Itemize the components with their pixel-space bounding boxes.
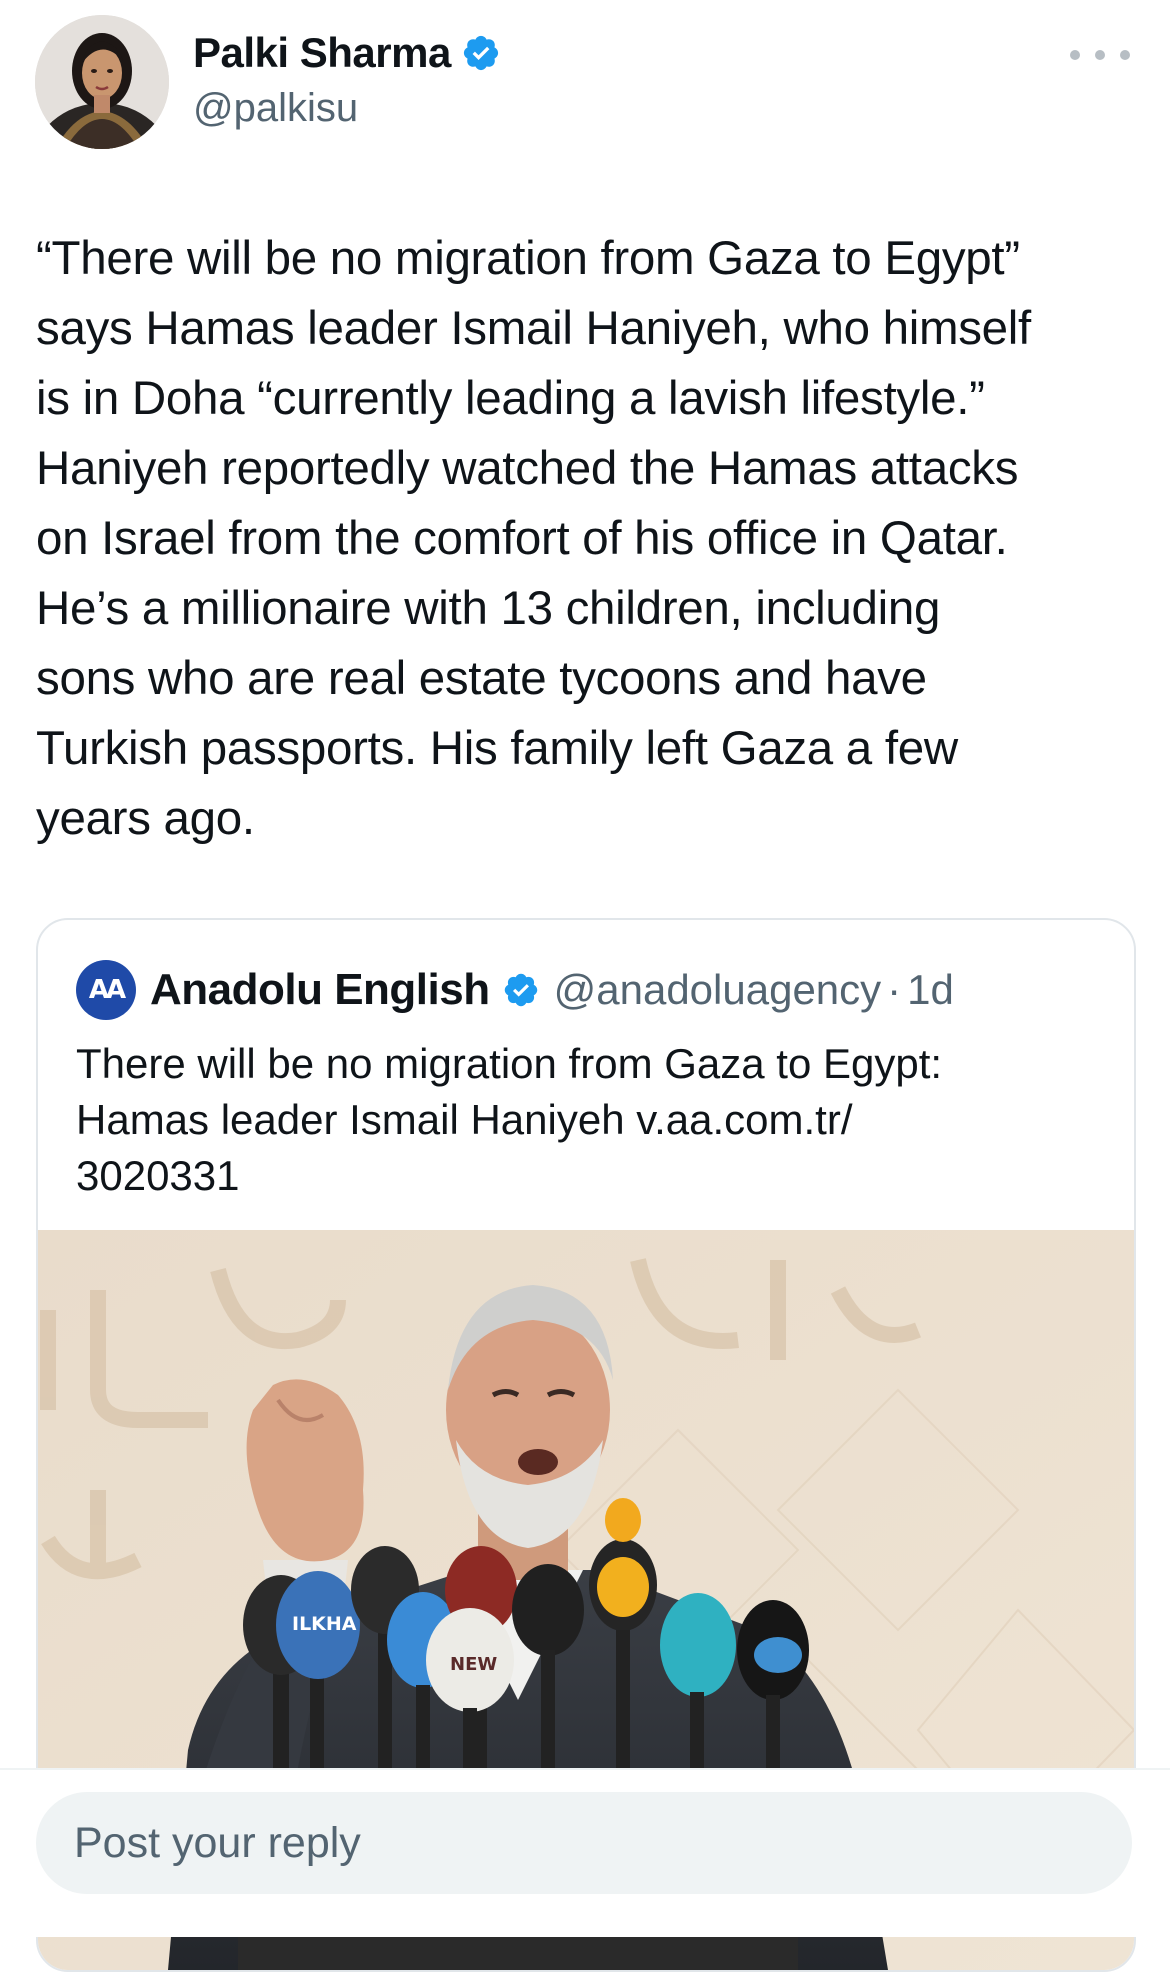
profile-photo-icon xyxy=(35,15,169,149)
verified-badge-icon xyxy=(461,33,501,73)
author-avatar[interactable] xyxy=(35,15,169,149)
more-dot-icon xyxy=(1070,50,1080,60)
logo-text: AA xyxy=(88,975,126,1005)
more-dot-icon xyxy=(1095,50,1105,60)
quoted-tweet-header: AA Anadolu English @anadoluagency · 1d xyxy=(76,958,954,1022)
tweet-text: “There will be no migration from Gaza to… xyxy=(36,232,1031,845)
quoted-display-name[interactable]: Anadolu English xyxy=(150,965,490,1015)
separator-dot: · xyxy=(887,966,902,1013)
verified-badge-icon xyxy=(502,971,540,1009)
quoted-tweet-text: There will be no migration from Gaza to … xyxy=(76,1040,943,1199)
reply-input[interactable] xyxy=(36,1792,1132,1894)
more-options-button[interactable] xyxy=(1070,40,1130,70)
tweet-header: Palki Sharma @palkisu xyxy=(0,0,1170,175)
author-name-row: Palki Sharma xyxy=(193,28,501,78)
anadolu-logo-icon: AA xyxy=(76,960,136,1020)
author-handle[interactable]: @palkisu xyxy=(193,84,358,132)
reply-bar xyxy=(0,1768,1170,1937)
author-display-name[interactable]: Palki Sharma xyxy=(193,28,451,78)
quoted-timestamp[interactable]: 1d xyxy=(907,966,954,1014)
mic-label: NEW xyxy=(450,1654,497,1675)
quoted-handle[interactable]: @anadoluagency xyxy=(554,966,882,1014)
more-dot-icon xyxy=(1120,50,1130,60)
mic-label: ILKHA xyxy=(292,1613,357,1635)
